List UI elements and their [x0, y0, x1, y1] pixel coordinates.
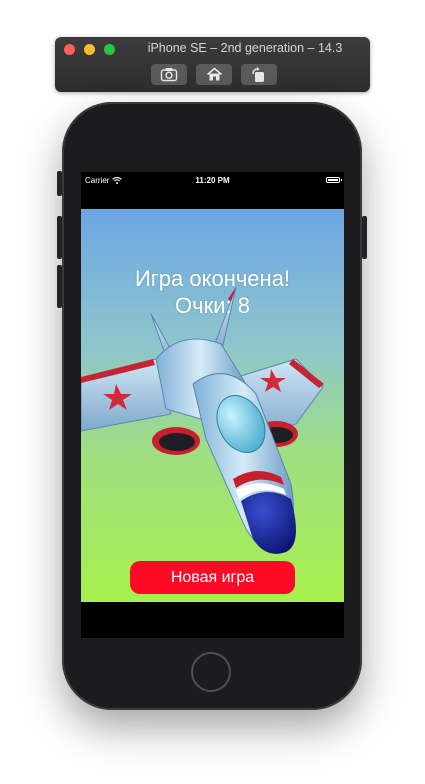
game-over-title: Игра окончена! [134, 266, 291, 291]
game-scene[interactable]: Игра окончена! Очки: 8 Новая игра [81, 209, 344, 602]
minimize-window-button[interactable] [84, 44, 95, 55]
rotate-icon [252, 66, 264, 82]
camera-icon [160, 68, 178, 82]
new-game-button[interactable]: Новая игра [130, 561, 295, 594]
home-toolbar-button[interactable] [196, 64, 232, 85]
score-label: Очки: 8 [175, 293, 250, 318]
close-window-button[interactable] [64, 44, 75, 55]
home-button[interactable] [191, 652, 231, 692]
screenshot-button[interactable] [151, 64, 187, 85]
home-icon [206, 67, 222, 81]
status-bar: Carrier 11:20 PM [81, 172, 344, 188]
zoom-window-button[interactable] [104, 44, 115, 55]
simulator-window: iPhone SE – 2nd generation – 14.3 [55, 37, 370, 92]
battery-icon [326, 177, 342, 183]
game-over-message: Игра окончена! Очки: 8 [81, 265, 344, 319]
rotate-button[interactable] [241, 64, 277, 85]
power-button [362, 216, 367, 259]
status-time: 11:20 PM [195, 176, 230, 185]
simulator-title: iPhone SE – 2nd generation – 14.3 [147, 41, 343, 55]
device-screen: Carrier 11:20 PM Игра окончена! Очки: 8 … [81, 172, 344, 638]
